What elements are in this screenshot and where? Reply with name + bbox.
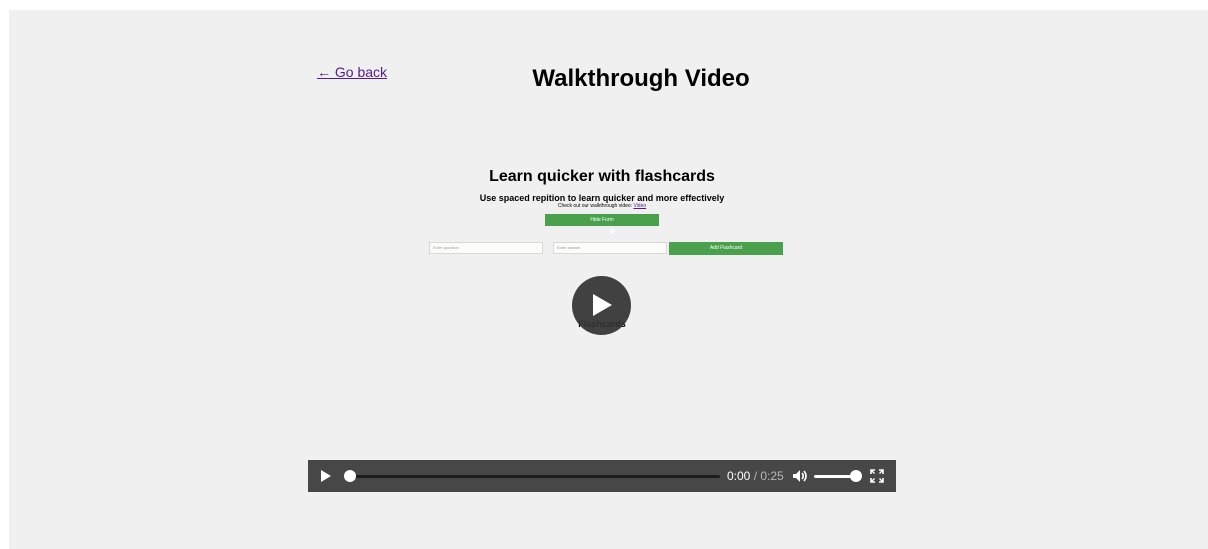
time-display: 0:00 / 0:25 [727, 469, 784, 483]
play-icon [321, 470, 331, 482]
time-separator: / [750, 469, 761, 483]
play-button[interactable] [320, 469, 332, 488]
video-frame-check-label: Check out our walkthrough video: [557, 203, 633, 209]
video-frame-hide-button: Hide Form [545, 214, 659, 226]
fullscreen-button[interactable] [870, 469, 884, 488]
video-player[interactable]: Learn quicker with flashcards Use spaced… [308, 120, 896, 492]
video-frame-heading: Learn quicker with flashcards [489, 168, 715, 185]
video-frame-subheading: Use spaced repition to learn quicker and… [479, 193, 725, 203]
current-time: 0:00 [727, 469, 751, 483]
duration: 0:25 [760, 469, 784, 483]
progress-slider[interactable] [350, 475, 720, 478]
video-frame-video-link: Video [633, 203, 647, 209]
video-frame-question-input: Enter question [429, 242, 543, 254]
page-title: Walkthrough Video [532, 65, 750, 92]
volume-icon [793, 470, 807, 482]
mute-button[interactable] [792, 469, 808, 488]
progress-slider-thumb[interactable] [344, 470, 356, 482]
volume-slider-thumb[interactable] [850, 470, 862, 482]
fullscreen-icon [870, 469, 884, 483]
cursor-icon [609, 227, 615, 234]
big-play-button[interactable] [572, 276, 631, 335]
video-controls-bar: 0:00 / 0:25 [308, 460, 896, 492]
play-icon [593, 294, 612, 316]
video-frame-answer-input: Enter answer [553, 242, 667, 254]
video-frame-check-text: Check out our walkthrough video: Video [308, 203, 896, 209]
video-frame-add-button: Add Flashcard [669, 242, 783, 255]
